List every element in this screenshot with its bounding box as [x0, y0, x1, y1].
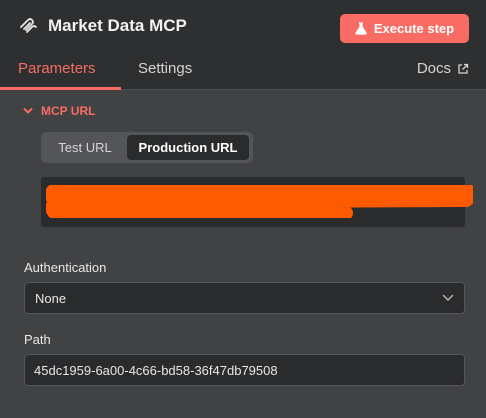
authentication-select[interactable]: None [24, 282, 465, 314]
chevron-down-icon [442, 294, 454, 301]
authentication-label: Authentication [24, 260, 107, 275]
chevron-down-icon [23, 108, 33, 114]
tab-settings[interactable]: Settings [138, 60, 192, 77]
redacted-url-scribble [46, 185, 473, 218]
tab-bar: Parameters Settings Docs [0, 56, 486, 90]
mcp-icon [20, 18, 37, 33]
execute-step-button[interactable]: Execute step [340, 14, 469, 43]
node-header: Market Data MCP Execute step [0, 0, 486, 56]
external-link-icon [458, 63, 469, 74]
test-url-option[interactable]: Test URL [45, 135, 125, 160]
path-label: Path [24, 332, 51, 347]
tab-parameters[interactable]: Parameters [18, 60, 96, 77]
mcp-url-section-toggle[interactable]: MCP URL [23, 104, 95, 118]
docs-link[interactable]: Docs [417, 60, 469, 77]
flask-icon [355, 22, 367, 35]
docs-label: Docs [416, 60, 451, 77]
production-url-option[interactable]: Production URL [127, 135, 249, 160]
authentication-value: None [35, 290, 67, 306]
node-title: Market Data MCP [48, 16, 187, 35]
mcp-url-label: MCP URL [41, 104, 96, 118]
url-mode-toggle: Test URL Production URL [41, 132, 253, 163]
active-tab-indicator [0, 87, 121, 90]
execute-step-label: Execute step [373, 21, 455, 36]
path-input[interactable] [24, 354, 465, 386]
